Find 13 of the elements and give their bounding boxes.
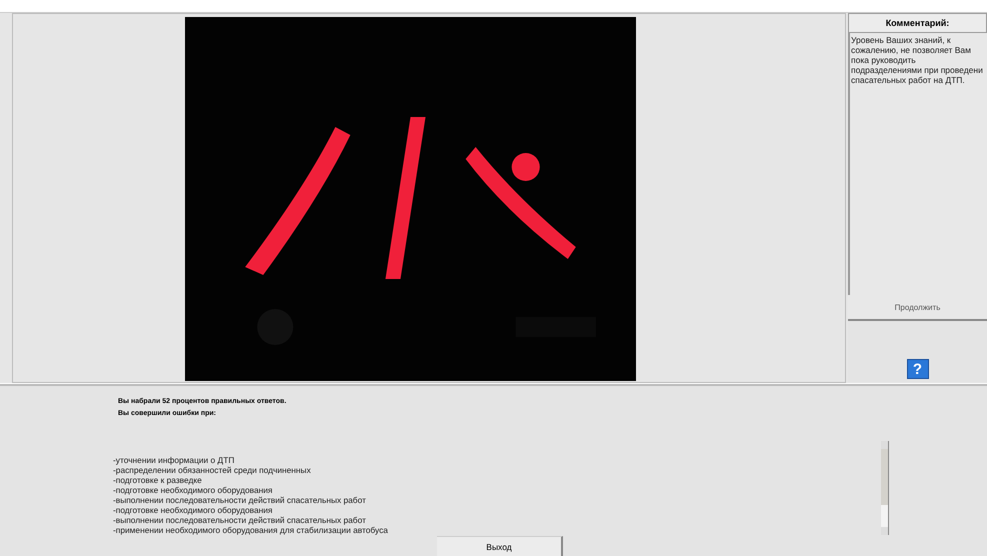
error-item: -распределении обязанностей среди подчиненных [113, 465, 312, 475]
error-item: -выполнении последовательности действий спасательных работ [113, 515, 367, 525]
error-item: -выполнении последовательности действий спасательных работ [113, 495, 367, 505]
comment-text: Уровень Ваших знаний, к сожалению, не позволяет Вам пока руководить подразделениями при проведени спасательных работ на ДТП. [851, 35, 984, 85]
error-item: -уточнении информации о ДТП [113, 455, 236, 465]
continue-button[interactable]: Продолжить [848, 295, 987, 321]
panel-title: Комментарий: [848, 13, 987, 33]
error-item: -подготовке к разведке [113, 475, 203, 485]
help-button[interactable]: ? [906, 359, 928, 379]
error-item: -применении необходимого оборудования для стабилизации автобуса [113, 525, 389, 535]
error-item: -подготовке необходимого оборудования [113, 505, 274, 515]
exit-button[interactable]: Выход [437, 536, 563, 556]
error-item: -подготовке необходимого оборудования [113, 485, 274, 495]
